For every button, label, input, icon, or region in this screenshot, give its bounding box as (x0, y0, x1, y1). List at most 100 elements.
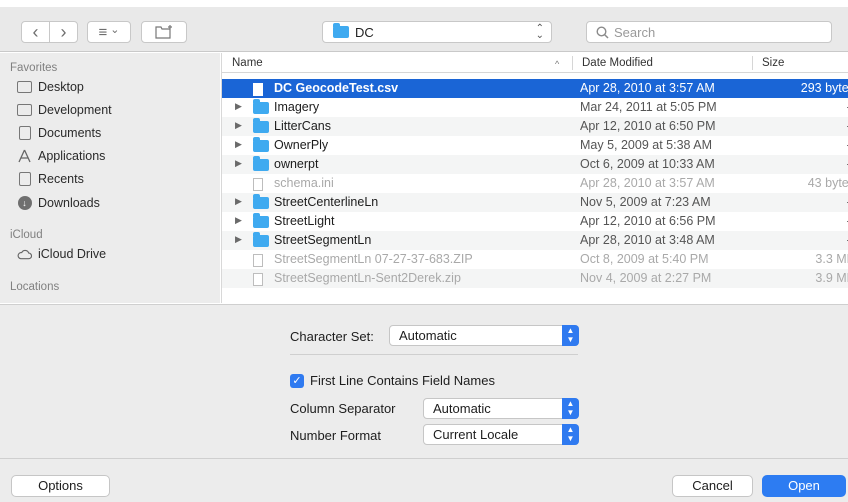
disclosure-triangle-icon[interactable]: ▶ (235, 215, 242, 226)
column-separator-label: Column Separator (290, 401, 396, 416)
file-size: 293 bytes (800, 81, 848, 95)
cloud-icon (17, 248, 32, 261)
file-row[interactable]: ▶ StreetLight Apr 12, 2010 at 6:56 PM -- (222, 212, 848, 231)
file-list: Name ^ Date Modified Size DC GeocodeTest… (221, 53, 848, 303)
chevron-down-icon: ⌄ (110, 24, 120, 36)
back-button[interactable]: ‹ (22, 22, 49, 42)
new-folder-button[interactable] (141, 21, 187, 43)
folder-icon (253, 194, 269, 212)
sidebar-item-icloud-drive[interactable]: iCloud Drive (17, 247, 106, 261)
downloads-icon: ↓ (17, 196, 32, 210)
sidebar-item-label: Recents (38, 172, 84, 186)
file-date: Oct 8, 2009 at 5:40 PM (580, 252, 709, 266)
file-name: StreetSegmentLn 07-27-37-683.ZIP (274, 252, 473, 266)
file-row[interactable]: ▶ StreetSegmentLn Apr 28, 2010 at 3:48 A… (222, 231, 848, 250)
file-date: Apr 28, 2010 at 3:57 AM (580, 176, 715, 190)
path-label: DC (355, 24, 374, 40)
file-row[interactable]: ▶ Imagery Mar 24, 2011 at 5:05 PM -- (222, 98, 848, 117)
sidebar-item-label: iCloud Drive (38, 247, 107, 261)
desktop-icon (17, 81, 32, 94)
forward-button[interactable]: › (49, 22, 77, 42)
file-name: OwnerPly (274, 138, 329, 152)
folder-icon (333, 23, 349, 38)
folder-icon (253, 213, 269, 231)
sidebar-item-label: Documents (38, 126, 102, 140)
column-separator-popup[interactable]: Automatic ▲ ▼ (423, 398, 579, 419)
charset-popup[interactable]: Automatic ▲ ▼ (389, 325, 579, 346)
file-row[interactable]: ▶ StreetCenterlineLn Nov 5, 2009 at 7:23… (222, 193, 848, 212)
cancel-button[interactable]: Cancel (672, 475, 753, 497)
documents-icon (17, 126, 32, 140)
sidebar-item-applications[interactable]: Applications (17, 149, 105, 163)
disclosure-triangle-icon[interactable]: ▶ (235, 196, 242, 207)
first-line-checkbox[interactable]: ✓ (290, 374, 304, 388)
open-button[interactable]: Open (762, 475, 846, 497)
zip-file-icon (253, 273, 263, 289)
folder-icon (17, 104, 32, 117)
options-button[interactable]: Options (11, 475, 110, 497)
search-placeholder: Search (614, 24, 656, 40)
file-name: StreetSegmentLn-Sent2Derek.zip (274, 271, 461, 285)
sidebar-item-desktop[interactable]: Desktop (17, 80, 84, 94)
sidebar-item-development[interactable]: Development (17, 103, 112, 117)
file-name: ownerpt (274, 157, 319, 171)
stepper-icon: ▲ ▼ (562, 424, 579, 445)
disclosure-triangle-icon[interactable]: ▶ (235, 139, 242, 150)
disclosure-triangle-icon[interactable]: ▶ (235, 120, 242, 131)
navigation-buttons: ‹ › (21, 21, 78, 43)
favorites-heading: Favorites (10, 62, 58, 74)
folder-icon (253, 99, 269, 117)
path-popup[interactable]: DC ⌃ ⌄ (322, 21, 552, 43)
top-strip (0, 0, 848, 7)
file-row[interactable]: schema.ini Apr 28, 2010 at 3:57 AM 43 by… (222, 174, 848, 193)
bottom-bar: Options Cancel Open (0, 458, 848, 502)
file-size: 43 bytes (807, 176, 848, 190)
view-options-button[interactable]: ≡ ⌄ (87, 21, 131, 43)
file-row[interactable]: StreetSegmentLn-Sent2Derek.zip Nov 4, 20… (222, 269, 848, 288)
sidebar-item-documents[interactable]: Documents (17, 126, 101, 140)
column-name-header[interactable]: Name (232, 57, 263, 69)
column-header: Name ^ Date Modified Size (222, 53, 848, 73)
file-date: Oct 6, 2009 at 10:33 AM (580, 157, 715, 171)
file-size: 3.3 MB (815, 252, 848, 266)
column-divider[interactable] (752, 56, 753, 70)
file-row[interactable]: ▶ ownerpt Oct 6, 2009 at 10:33 AM -- (222, 155, 848, 174)
file-date: Apr 28, 2010 at 3:57 AM (580, 81, 715, 95)
import-options-panel: Character Set: Automatic ▲ ▼ ✓ First Line… (0, 304, 848, 458)
divider (290, 354, 578, 355)
search-icon (596, 25, 609, 39)
number-format-popup[interactable]: Current Locale ▲ ▼ (423, 424, 579, 445)
column-size-header[interactable]: Size (762, 57, 784, 69)
sidebar-item-label: Desktop (38, 80, 84, 94)
chevron-left-icon: ‹ (32, 21, 39, 42)
file-row[interactable]: ▶ LitterCans Apr 12, 2010 at 6:50 PM -- (222, 117, 848, 136)
disclosure-triangle-icon[interactable]: ▶ (235, 101, 242, 112)
number-format-label: Number Format (290, 428, 382, 443)
sort-ascending-icon: ^ (555, 59, 560, 69)
file-row[interactable]: ▶ OwnerPly May 5, 2009 at 5:38 AM -- (222, 136, 848, 155)
search-field[interactable]: Search (586, 21, 832, 43)
sidebar-item-downloads[interactable]: ↓ Downloads (17, 196, 100, 210)
new-folder-icon (155, 25, 172, 39)
sidebar-item-recents[interactable]: Recents (17, 172, 84, 186)
ini-file-icon (253, 178, 263, 194)
file-date: Apr 12, 2010 at 6:50 PM (580, 119, 716, 133)
list-view-icon: ≡ (98, 23, 108, 41)
file-row[interactable]: DC GeocodeTest.csv Apr 28, 2010 at 3:57 … (222, 79, 848, 98)
disclosure-triangle-icon[interactable]: ▶ (235, 158, 242, 169)
folder-icon (253, 118, 269, 136)
file-date: Mar 24, 2011 at 5:05 PM (580, 100, 717, 114)
recents-icon (17, 172, 32, 186)
disclosure-triangle-icon[interactable]: ▶ (235, 234, 242, 245)
file-name: Imagery (274, 100, 320, 114)
toolbar: ‹ › ≡ ⌄ DC ⌃ ⌄ Search (0, 7, 848, 52)
file-date: Nov 4, 2009 at 2:27 PM (580, 271, 712, 285)
column-divider[interactable] (572, 56, 573, 70)
file-row[interactable]: StreetSegmentLn 07-27-37-683.ZIP Oct 8, … (222, 250, 848, 269)
sidebar: Favorites Desktop Development Documents … (0, 53, 220, 303)
file-size: 3.9 MB (815, 271, 848, 285)
locations-heading: Locations (10, 281, 60, 293)
column-date-header[interactable]: Date Modified (582, 57, 653, 69)
icloud-heading: iCloud (10, 229, 43, 241)
file-date: Apr 12, 2010 at 6:56 PM (580, 214, 716, 228)
